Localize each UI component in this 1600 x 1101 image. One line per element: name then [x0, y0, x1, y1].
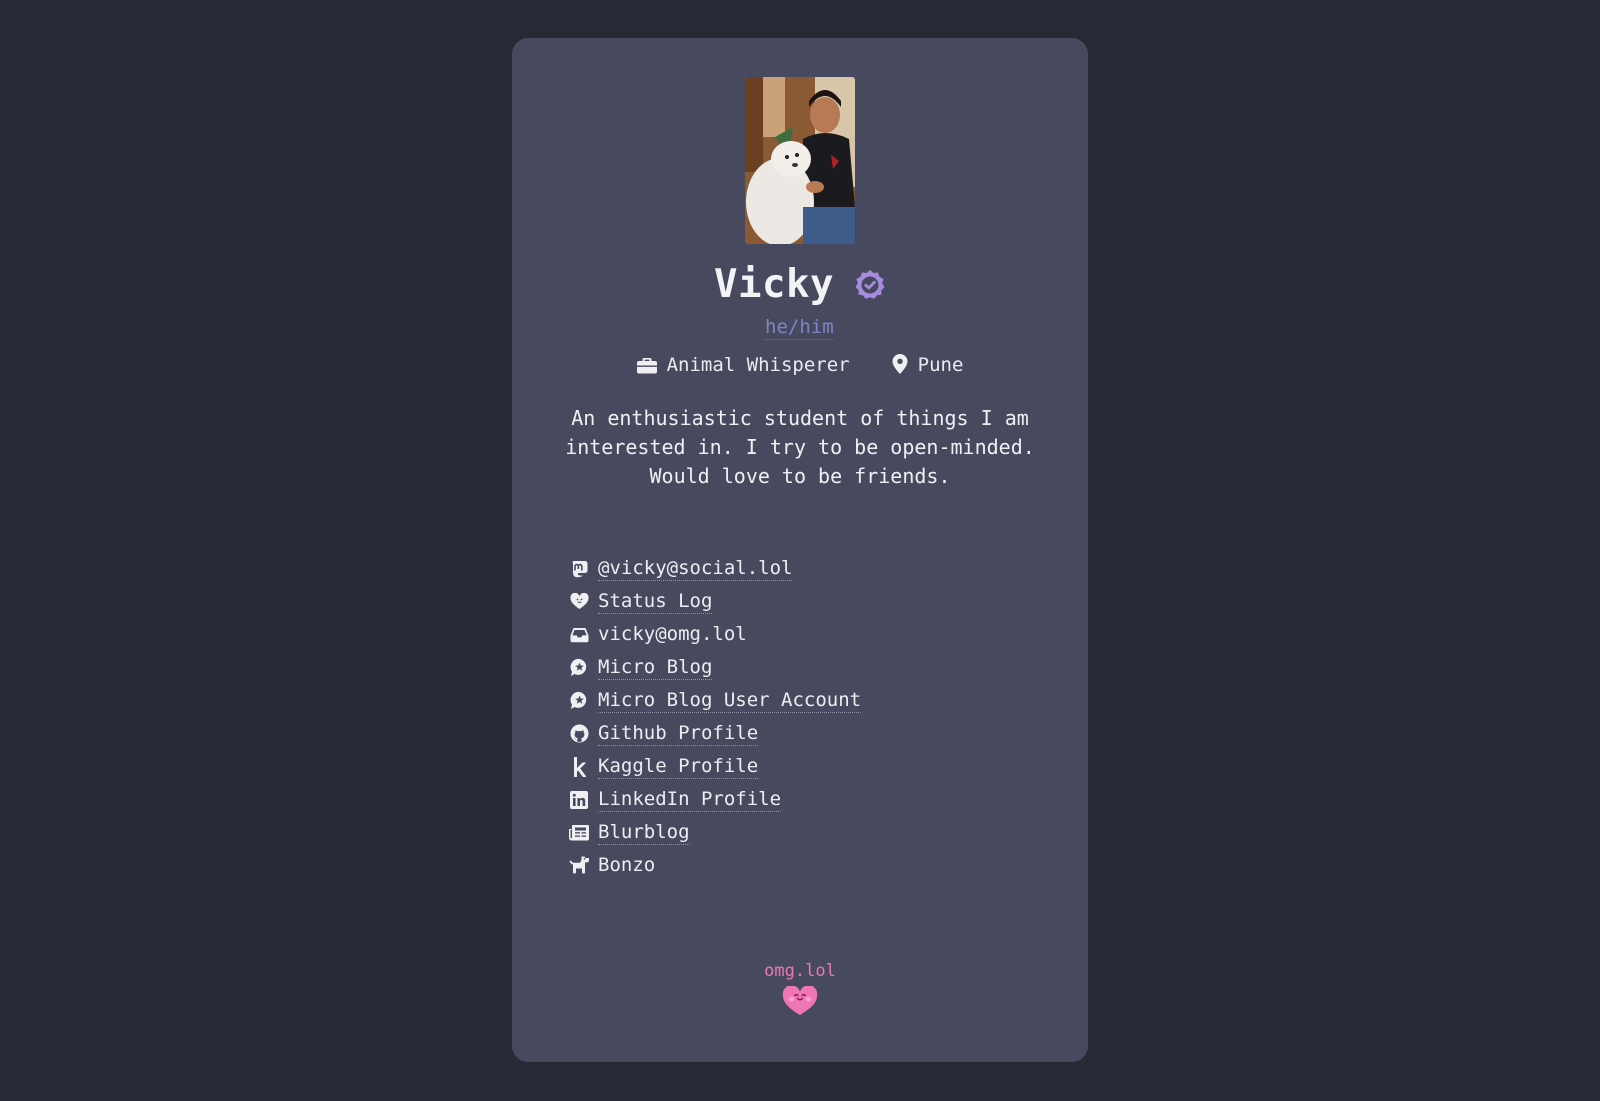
link-item-email[interactable]: vicky@omg.lol: [568, 618, 861, 651]
location-pin-icon: [892, 353, 908, 374]
link-item-mastodon[interactable]: @vicky@social.lol: [568, 552, 861, 585]
bio: An enthusiastic student of things I am i…: [565, 406, 1035, 488]
omg-heart-icon[interactable]: [782, 986, 818, 1016]
github-icon: [568, 723, 590, 745]
link-label[interactable]: LinkedIn Profile: [598, 787, 782, 812]
profile-card: Vicky he/him Animal Whisperer Pune An ent…: [512, 38, 1088, 1062]
location-text: Pune: [917, 353, 964, 376]
kaggle-icon: [568, 756, 590, 778]
heart-face-icon: [568, 591, 590, 613]
link-label[interactable]: Kaggle Profile: [598, 754, 759, 779]
link-label[interactable]: Micro Blog User Account: [598, 688, 862, 713]
briefcase-icon: [636, 357, 657, 373]
star-bubble-icon: [568, 657, 590, 679]
profile-meta: Animal Whisperer Pune: [512, 350, 1088, 379]
link-item-github[interactable]: Github Profile: [568, 717, 861, 750]
profile-name: Vicky: [714, 262, 834, 307]
link-label[interactable]: @vicky@social.lol: [598, 556, 793, 581]
link-item-blurblog[interactable]: Blurblog: [568, 816, 861, 849]
link-label[interactable]: Micro Blog: [598, 655, 713, 680]
footer: omg.lol: [512, 960, 1088, 1016]
link-item-micro-blog[interactable]: Micro Blog: [568, 651, 861, 684]
link-item-linkedin[interactable]: LinkedIn Profile: [568, 783, 861, 816]
newspaper-icon: [568, 822, 590, 844]
link-label[interactable]: Github Profile: [598, 721, 759, 746]
link-list: @vicky@social.lol Status Log vicky@omg.l…: [568, 552, 862, 882]
occupation: Animal Whisperer: [636, 351, 850, 379]
link-item-kaggle[interactable]: Kaggle Profile: [568, 750, 861, 783]
linkedin-icon: [568, 789, 590, 811]
link-item-micro-blog-account[interactable]: Micro Blog User Account: [568, 684, 862, 717]
omg-lol-link[interactable]: omg.lol: [512, 960, 1088, 982]
location: Pune: [892, 351, 964, 379]
mastodon-icon: [568, 558, 590, 580]
dog-icon: [568, 855, 590, 877]
link-item-bonzo[interactable]: Bonzo: [568, 849, 861, 882]
verified-badge-icon: [854, 269, 886, 301]
name-row: Vicky: [512, 262, 1088, 310]
occupation-text: Animal Whisperer: [666, 353, 850, 376]
pronouns: he/him: [765, 316, 834, 340]
star-bubble-icon: [568, 690, 590, 712]
profile-photo: [745, 77, 855, 244]
link-label[interactable]: Blurblog: [598, 820, 690, 845]
link-label[interactable]: vicky@omg.lol: [598, 622, 747, 647]
inbox-icon: [568, 624, 590, 646]
link-label[interactable]: Status Log: [598, 589, 713, 614]
link-label[interactable]: Bonzo: [598, 853, 655, 878]
link-item-status-log[interactable]: Status Log: [568, 585, 861, 618]
